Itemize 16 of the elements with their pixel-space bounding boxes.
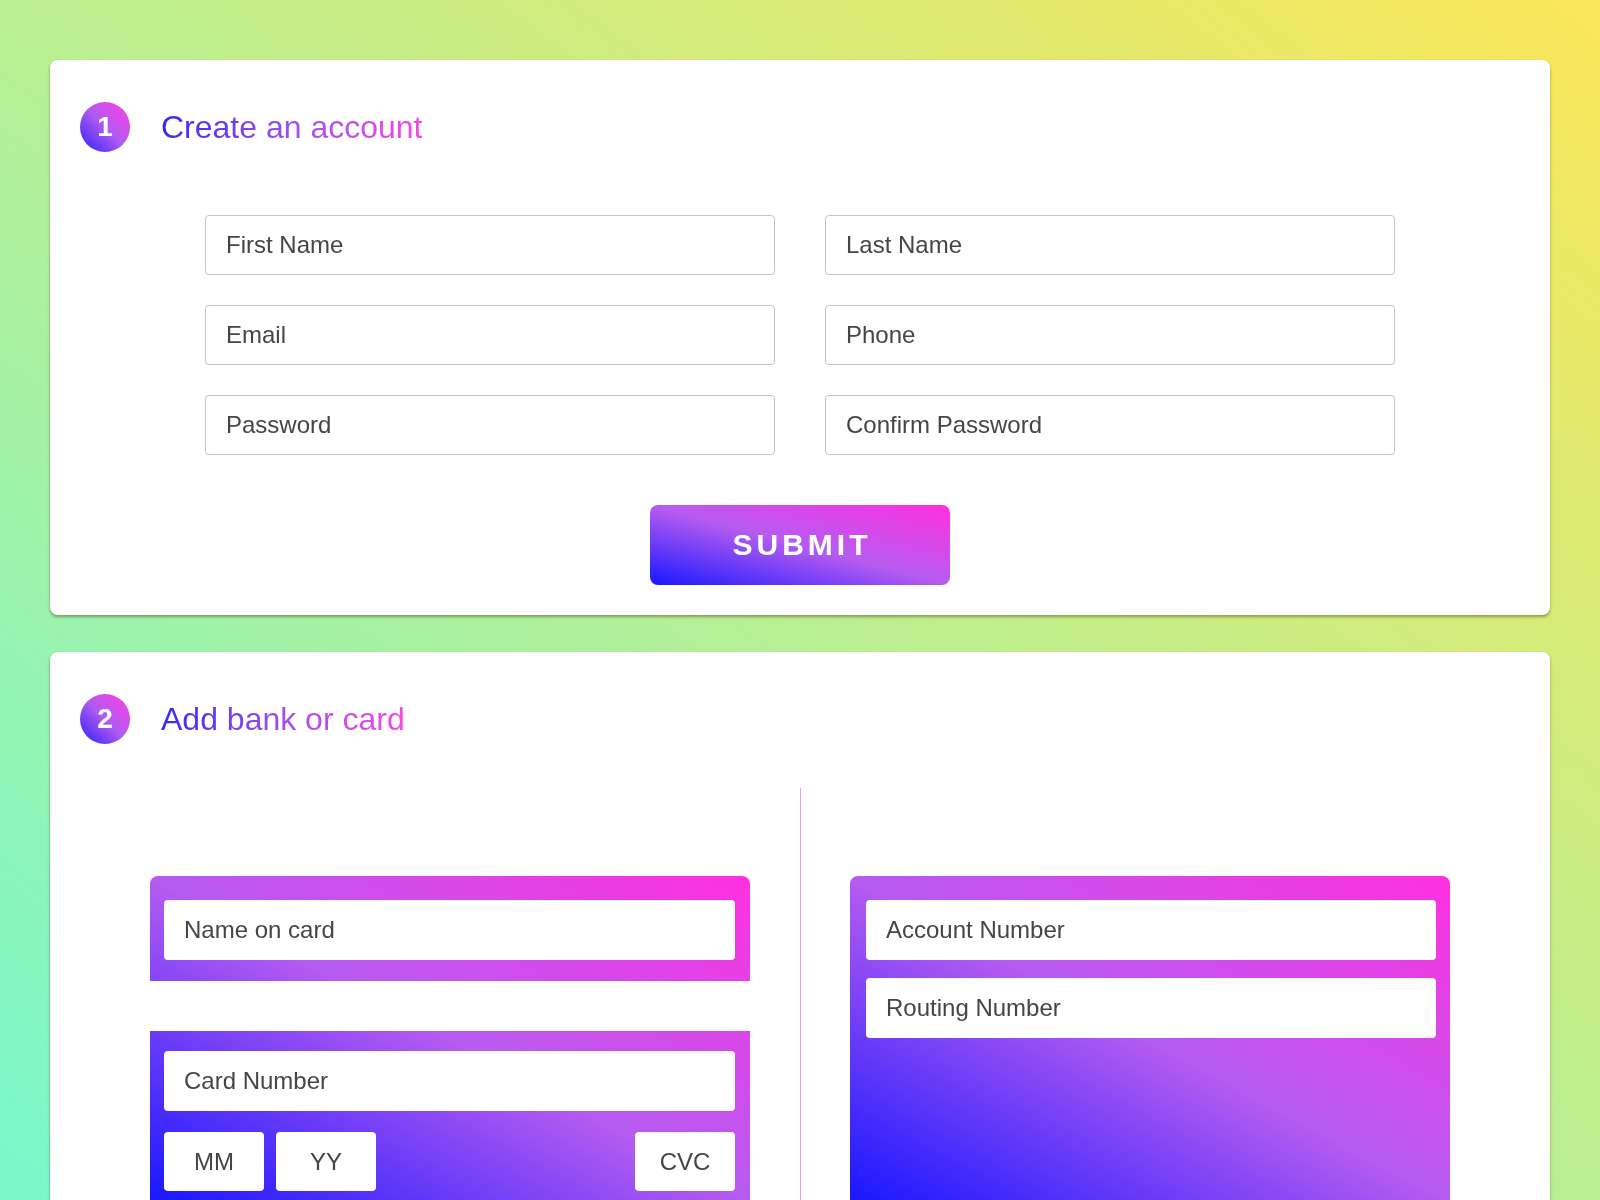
input-field[interactable]: Routing Number: [866, 978, 1436, 1038]
input-field[interactable]: Card Number: [164, 1051, 735, 1111]
input-field[interactable]: First Name: [205, 215, 775, 275]
input-field[interactable]: MM: [164, 1132, 264, 1191]
input-field[interactable]: Last Name: [825, 215, 1395, 275]
input-field[interactable]: Name on card: [164, 900, 735, 960]
step-number: 2: [80, 694, 130, 744]
input-field[interactable]: Email: [205, 305, 775, 365]
input-field[interactable]: Account Number: [866, 900, 1436, 960]
input-field[interactable]: Confirm Password: [825, 395, 1395, 455]
input-field[interactable]: Password: [205, 395, 775, 455]
step-number: 1: [80, 102, 130, 152]
input-field[interactable]: YY: [276, 1132, 376, 1191]
input-field[interactable]: Phone: [825, 305, 1395, 365]
submit-button[interactable]: SUBMIT: [650, 505, 950, 585]
input-field[interactable]: CVC: [635, 1132, 735, 1191]
